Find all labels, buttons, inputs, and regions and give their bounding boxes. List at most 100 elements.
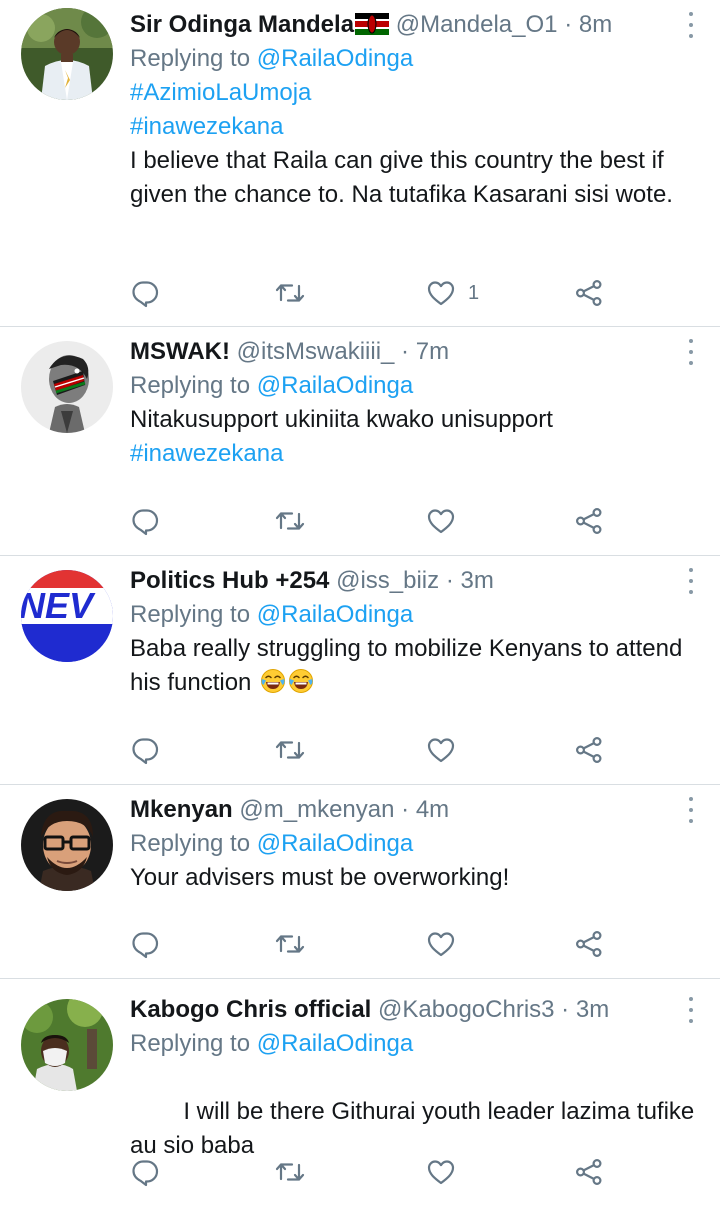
tweet-text: Nitakusupport ukiniita kwako unisupport … [130, 403, 700, 471]
tweet-text: #AzimioLaUmoja #inawezekana I believe th… [130, 76, 700, 212]
reply-button[interactable] [130, 1155, 160, 1189]
more-vertical-icon[interactable] [686, 339, 696, 365]
tweet-body: Nitakusupport ukiniita kwako unisupport [130, 406, 553, 433]
profile-photo-icon [21, 8, 113, 100]
replying-to: Replying to @RailaOdinga [130, 827, 700, 861]
reply-button[interactable] [130, 927, 160, 961]
tweet-body: I believe that Raila can give this count… [130, 147, 673, 208]
display-name[interactable]: Kabogo Chris official [130, 996, 371, 1023]
tweet-card[interactable]: Mkenyan @m_mkenyan · 4m Replying to @Rai… [0, 785, 720, 979]
hashtag-link[interactable]: #AzimioLaUmoja [130, 76, 700, 110]
reply-icon [130, 506, 160, 536]
retweet-icon [275, 735, 305, 765]
retweet-button[interactable] [275, 504, 305, 538]
reply-mention-link[interactable]: @RailaOdinga [257, 601, 413, 628]
display-name[interactable]: MSWAK! [130, 338, 230, 365]
avatar[interactable] [21, 999, 113, 1091]
like-button[interactable] [426, 1155, 456, 1189]
kenya-flag-icon [355, 13, 390, 35]
hashtag-link[interactable]: #inawezekana [130, 437, 700, 471]
share-button[interactable] [574, 733, 604, 767]
more-vertical-icon[interactable] [686, 797, 696, 823]
retweet-button[interactable] [275, 927, 305, 961]
share-button[interactable] [574, 927, 604, 961]
user-handle[interactable]: @KabogoChris3 [378, 996, 554, 1023]
share-icon [574, 278, 604, 308]
share-button[interactable] [574, 276, 604, 310]
timestamp: 8m [578, 11, 613, 38]
heart-icon [426, 506, 456, 536]
reply-icon [130, 735, 160, 765]
heart-icon [426, 929, 456, 959]
tears-of-joy-emoji-icon [288, 668, 314, 694]
share-icon [574, 506, 604, 536]
tweet-body: I will be there Githurai youth leader la… [130, 1098, 708, 1159]
replying-to: Replying to @RailaOdinga [130, 1027, 700, 1061]
replying-to: Replying to @RailaOdinga [130, 369, 700, 403]
user-handle[interactable]: @m_mkenyan [239, 796, 394, 823]
replying-to: Replying to @RailaOdinga [130, 42, 700, 76]
retweet-button[interactable] [275, 733, 305, 767]
cartoon-man-glasses-icon [21, 799, 113, 891]
user-handle[interactable]: @iss_biiz [336, 567, 439, 594]
share-icon [574, 1157, 604, 1187]
timestamp: 4m [415, 796, 450, 823]
reply-mention-link[interactable]: @RailaOdinga [257, 372, 413, 399]
share-button[interactable] [574, 504, 604, 538]
reply-button[interactable] [130, 504, 160, 538]
reply-icon [130, 929, 160, 959]
retweet-button[interactable] [275, 1155, 305, 1189]
like-button[interactable] [426, 504, 456, 538]
separator-dot: · [445, 567, 454, 594]
profile-photo-masked-man-icon [21, 999, 113, 1091]
separator-dot: · [561, 996, 570, 1023]
user-handle[interactable]: @itsMswakiiii_ [237, 338, 395, 365]
reply-button[interactable] [130, 733, 160, 767]
like-count: 1 [468, 281, 480, 304]
reply-mention-link[interactable]: @RailaOdinga [257, 830, 413, 857]
tears-of-joy-emoji-icon [260, 668, 286, 694]
replying-to-label: Replying to [130, 601, 251, 628]
share-icon [574, 735, 604, 765]
avatar[interactable] [21, 341, 113, 433]
display-name[interactable]: Politics Hub +254 [130, 567, 329, 594]
user-handle[interactable]: @Mandela_O1 [396, 11, 558, 38]
replying-to-label: Replying to [130, 1030, 251, 1057]
tweet-actions [130, 733, 610, 767]
heart-icon [426, 1157, 456, 1187]
tweet-actions [130, 504, 610, 538]
like-button[interactable] [426, 927, 456, 961]
avatar[interactable]: NEV [21, 570, 113, 662]
like-button[interactable] [426, 733, 456, 767]
share-button[interactable] [574, 1155, 604, 1189]
more-vertical-icon[interactable] [686, 12, 696, 38]
reply-mention-link[interactable]: @RailaOdinga [257, 45, 413, 72]
tweet-card[interactable]: NEV Politics Hub +254 @iss_biiz · 3m Rep… [0, 556, 720, 785]
share-icon [574, 929, 604, 959]
like-button[interactable]: 1 [426, 276, 479, 310]
reply-button[interactable] [130, 276, 160, 310]
tweet-card[interactable]: MSWAK! @itsMswakiiii_ · 7m Replying to @… [0, 327, 720, 556]
retweet-button[interactable] [275, 276, 305, 310]
replying-to-label: Replying to [130, 45, 251, 72]
reply-mention-link[interactable]: @RailaOdinga [257, 1030, 413, 1057]
heart-icon [426, 278, 456, 308]
more-vertical-icon[interactable] [686, 997, 696, 1023]
display-name[interactable]: Mkenyan [130, 796, 233, 823]
display-name[interactable]: Sir Odinga Mandela [130, 11, 354, 38]
tweet-card[interactable]: Kabogo Chris official @KabogoChris3 · 3m… [0, 979, 720, 1208]
avatar[interactable] [21, 8, 113, 100]
separator-dot: · [401, 338, 410, 365]
replying-to: Replying to @RailaOdinga [130, 598, 700, 632]
replying-to-label: Replying to [130, 830, 251, 857]
timestamp: 3m [575, 996, 610, 1023]
separator-dot: · [564, 11, 573, 38]
avatar[interactable] [21, 799, 113, 891]
tweet-actions [130, 927, 610, 961]
hashtag-link[interactable]: #inawezekana [130, 110, 700, 144]
news-logo-icon: NEV [21, 570, 113, 662]
tweet-text: Your advisers must be overworking! [130, 861, 700, 895]
more-vertical-icon[interactable] [686, 568, 696, 594]
reply-icon [130, 278, 160, 308]
tweet-card[interactable]: Sir Odinga Mandela @Mandela_O1 · 8m Repl… [0, 0, 720, 327]
